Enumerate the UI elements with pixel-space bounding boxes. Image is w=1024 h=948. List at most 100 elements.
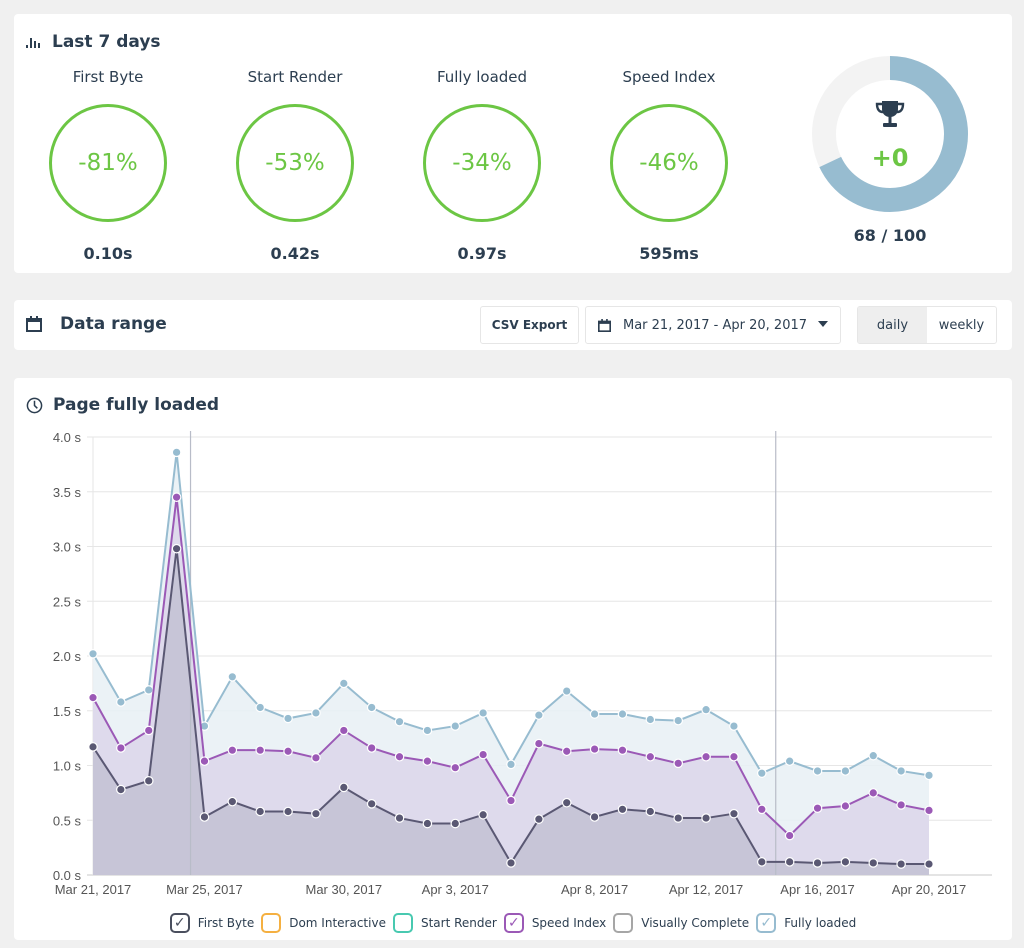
data-point-first-byte	[701, 813, 711, 823]
legend-item-fully-loaded[interactable]: ✓ Fully loaded	[756, 913, 856, 933]
data-point-speed-index	[701, 751, 711, 762]
legend-item-start-render[interactable]: Start Render	[392, 913, 497, 933]
metric-change-ring: -46%	[610, 104, 728, 222]
data-point-fully-loaded	[756, 768, 767, 778]
data-point-first-byte	[561, 797, 572, 808]
y-tick-label: 1.5 s	[53, 704, 82, 719]
metric-change: -81%	[78, 150, 138, 176]
weekly-button[interactable]: weekly	[927, 307, 996, 343]
legend-label: Start Render	[420, 916, 497, 930]
checkbox-empty-icon[interactable]	[392, 913, 413, 933]
metric-change: -46%	[639, 150, 699, 176]
x-tick-label: Apr 8, 2017	[561, 882, 628, 897]
x-tick-label: Mar 30, 2017	[305, 882, 382, 897]
checkbox-checked-icon[interactable]: ✓	[756, 913, 777, 933]
data-point-fully-loaded	[88, 649, 98, 659]
timing-chart: 0.0 s 0.5 s 1.0 s 1.5 s 2.0 s 2.5 s 3.0 s 3.5 s…	[53, 430, 992, 897]
legend-label: Dom Interactive	[289, 916, 386, 930]
x-tick-label: Mar 25, 2017	[166, 882, 243, 897]
legend-label: First Byte	[197, 916, 255, 930]
bar-chart-icon	[26, 36, 40, 48]
csv-export-button[interactable]: CSV Export	[480, 306, 579, 344]
data-point-first-byte	[784, 857, 795, 867]
data-point-speed-index	[924, 805, 934, 816]
data-point-speed-index	[784, 830, 795, 841]
data-point-first-byte	[896, 859, 906, 869]
data-point-first-byte	[729, 808, 739, 819]
metric-first-byte: First Byte -81% 0.10s	[33, 66, 183, 263]
y-tick-label: 0.5 s	[53, 813, 82, 828]
data-point-first-byte	[394, 813, 405, 823]
data-point-speed-index	[88, 692, 98, 703]
metric-change-ring: -53%	[236, 104, 354, 222]
caret-down-icon	[818, 321, 828, 327]
data-point-fully-loaded	[701, 704, 711, 715]
metric-change: -53%	[265, 150, 325, 176]
daily-button[interactable]: daily	[858, 307, 927, 343]
data-point-speed-index	[255, 745, 265, 755]
data-point-speed-index	[143, 725, 154, 736]
checkbox-empty-icon[interactable]	[261, 913, 282, 933]
data-point-first-byte	[338, 782, 349, 793]
checkbox-empty-icon[interactable]	[613, 913, 634, 933]
data-point-speed-index	[311, 753, 321, 763]
metric-value: 0.10s	[83, 244, 133, 263]
data-point-fully-loaded	[338, 678, 349, 689]
data-point-first-byte	[227, 796, 238, 807]
checkbox-checked-icon[interactable]: ✓	[503, 913, 524, 933]
data-point-speed-index	[756, 804, 767, 815]
data-point-first-byte	[868, 858, 879, 868]
data-point-speed-index	[589, 744, 600, 754]
metric-change-ring: -81%	[49, 104, 167, 222]
data-point-first-byte	[673, 813, 683, 823]
data-point-fully-loaded	[116, 697, 126, 707]
data-point-first-byte	[534, 814, 544, 824]
data-point-fully-loaded	[422, 725, 433, 736]
x-tick-label: Apr 3, 2017	[422, 882, 489, 897]
x-tick-label: Apr 20, 2017	[892, 882, 966, 897]
data-point-speed-index	[729, 751, 739, 762]
data-point-speed-index	[171, 492, 182, 503]
chart-header: Page fully loaded	[26, 395, 219, 415]
y-tick-label: 3.5 s	[53, 485, 82, 500]
summary-card: Last 7 days First Byte -81% 0.10s Start …	[14, 14, 1012, 273]
data-point-fully-loaded	[478, 708, 488, 718]
clock-icon	[26, 397, 43, 414]
data-point-first-byte	[506, 858, 516, 868]
metric-change: -34%	[452, 150, 512, 176]
data-point-first-byte	[812, 858, 823, 868]
trophy-icon	[874, 100, 906, 130]
data-point-first-byte	[478, 809, 488, 820]
legend-item-dom-interactive[interactable]: Dom Interactive	[261, 913, 386, 933]
checkbox-checked-icon[interactable]: ✓	[169, 913, 190, 933]
data-point-speed-index	[366, 743, 377, 753]
data-point-fully-loaded	[896, 766, 906, 776]
legend-item-visually-complete[interactable]: Visually Complete	[613, 913, 749, 933]
data-point-first-byte	[756, 857, 767, 867]
chart-title: Page fully loaded	[53, 395, 220, 415]
metric-speed-index: Speed Index -46% 595ms	[594, 66, 744, 263]
legend-item-first-byte[interactable]: ✓ First Byte	[169, 913, 255, 933]
data-point-first-byte	[88, 742, 98, 752]
metric-value: 0.97s	[457, 244, 507, 263]
y-tick-label: 3.0 s	[53, 540, 82, 555]
data-point-first-byte	[199, 812, 210, 822]
metric-value: 595ms	[639, 244, 699, 263]
legend-item-speed-index[interactable]: ✓ Speed Index	[503, 913, 606, 933]
data-point-first-byte	[589, 812, 600, 822]
score-donut	[812, 56, 968, 212]
x-tick-label: Mar 21, 2017	[55, 882, 132, 897]
calendar-icon	[26, 316, 42, 332]
x-tick-label: Apr 12, 2017	[669, 882, 743, 897]
data-point-first-byte	[171, 543, 182, 554]
data-point-first-byte	[311, 808, 321, 819]
data-point-speed-index	[199, 756, 210, 766]
data-range-card: Data range CSV Export Mar 21, 2017 - Apr…	[14, 300, 1012, 350]
metric-label: First Byte	[72, 68, 144, 86]
y-tick-label: 0.0 s	[53, 868, 82, 883]
date-range-picker[interactable]: Mar 21, 2017 - Apr 20, 2017	[585, 306, 841, 344]
chart-legend: ✓ First Byte Dom Interactive Start Render ✓ S…	[14, 913, 1012, 933]
data-point-fully-loaded	[924, 770, 934, 781]
y-tick-label: 4.0 s	[53, 430, 82, 445]
data-point-fully-loaded	[394, 716, 405, 727]
